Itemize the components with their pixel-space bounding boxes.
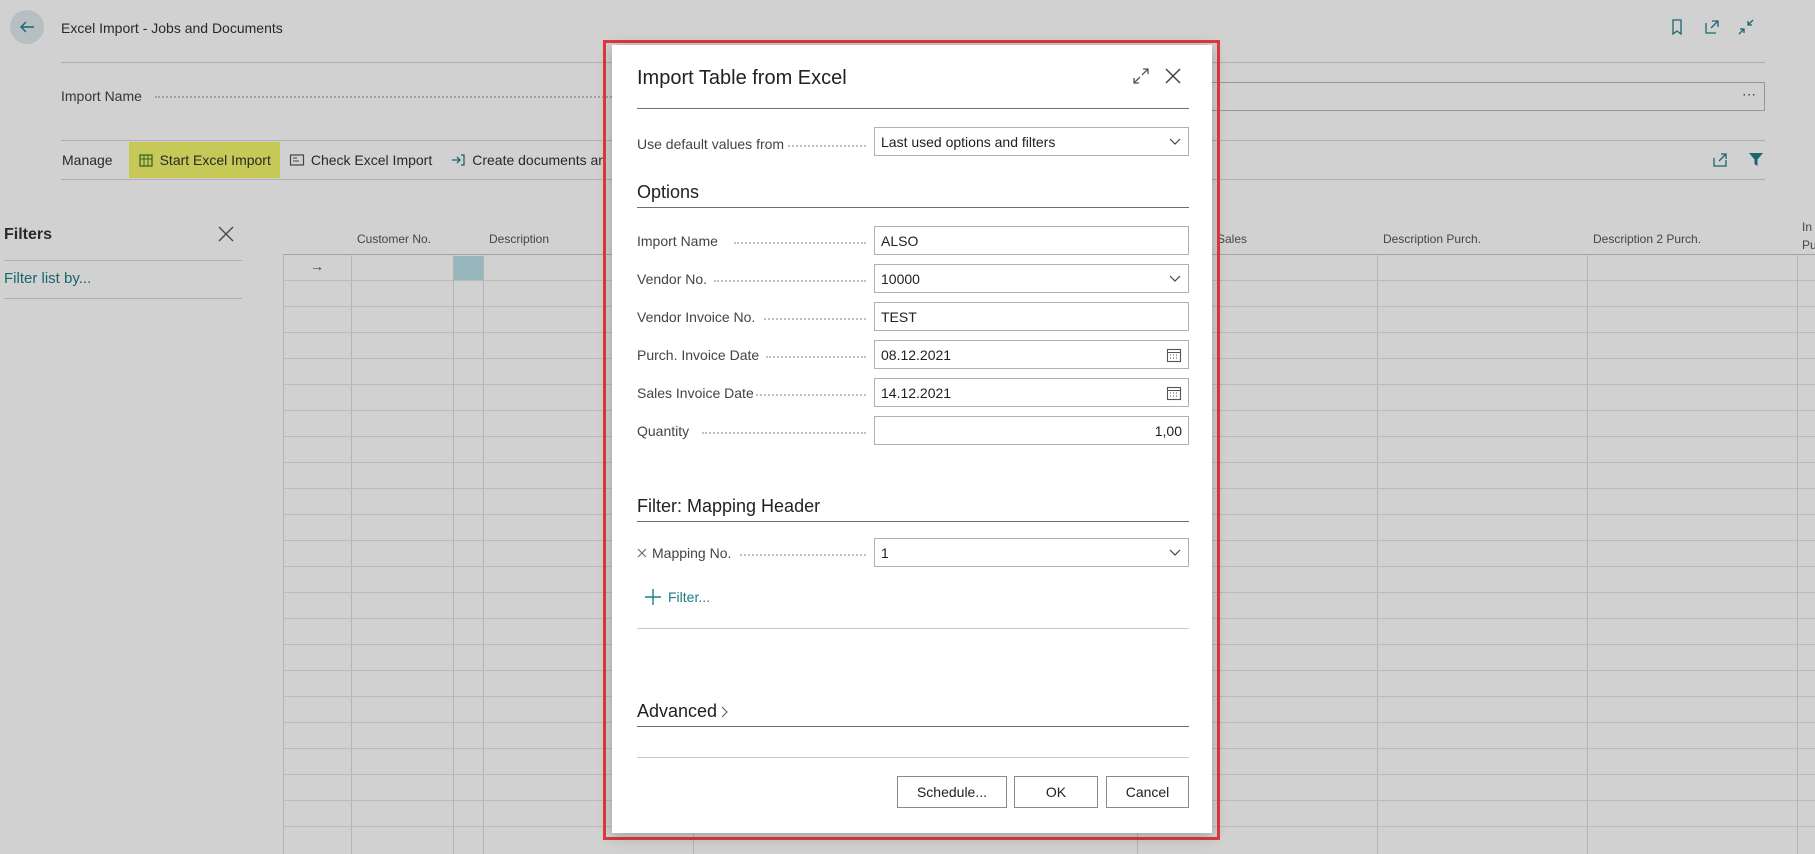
vendor-no-value: 10000: [881, 271, 920, 287]
options-section-title[interactable]: Options: [637, 182, 699, 203]
expand-icon: [1133, 68, 1149, 84]
filter-divider: [637, 521, 1189, 522]
dotted-leader: [756, 394, 866, 396]
title-divider: [637, 108, 1189, 109]
close-icon: [1165, 68, 1181, 84]
purch-invoice-date-value: 08.12.2021: [881, 347, 952, 363]
close-dialog-button[interactable]: [1164, 67, 1182, 90]
expand-dialog-button[interactable]: [1132, 67, 1150, 90]
footer-divider: [637, 757, 1189, 758]
sales-invoice-date-value: 14.12.2021: [881, 385, 952, 401]
mapping-no-value: 1: [881, 545, 889, 561]
chevron-down-icon: [1168, 134, 1182, 151]
dotted-leader: [702, 432, 866, 434]
filter-section-title[interactable]: Filter: Mapping Header: [637, 496, 820, 517]
import-name-value: ALSO: [881, 233, 919, 249]
chevron-right-icon: [721, 706, 728, 717]
vendor-no-select[interactable]: 10000: [874, 264, 1189, 293]
advanced-title: Advanced: [637, 701, 718, 721]
schedule-button[interactable]: Schedule...: [897, 776, 1007, 808]
dotted-leader: [788, 145, 866, 147]
add-filter-label: Filter...: [668, 589, 711, 605]
add-filter-button[interactable]: Filter...: [644, 588, 710, 606]
dotted-leader: [764, 318, 866, 320]
import-dialog: Import Table from Excel Use default valu…: [612, 45, 1212, 833]
options-divider: [637, 207, 1189, 208]
quantity-value: 1,00: [1154, 423, 1182, 439]
plus-icon: [645, 589, 661, 605]
sales-invoice-date-label: Sales Invoice Date: [637, 385, 754, 401]
cancel-button[interactable]: Cancel: [1106, 776, 1189, 808]
quantity-label: Quantity: [637, 423, 690, 439]
vendor-no-label: Vendor No.: [637, 271, 708, 287]
mapping-no-label-text: Mapping No.: [652, 545, 732, 561]
dotted-leader: [740, 554, 866, 556]
dotted-leader: [766, 356, 866, 358]
dotted-leader: [734, 242, 866, 244]
vendor-invoice-no-label: Vendor Invoice No.: [637, 309, 756, 325]
quantity-field[interactable]: 1,00: [874, 416, 1189, 445]
chevron-down-icon: [1168, 271, 1182, 288]
calendar-icon[interactable]: [1166, 385, 1182, 404]
chevron-down-icon: [1168, 545, 1182, 562]
import-name-field[interactable]: ALSO: [874, 226, 1189, 255]
calendar-icon[interactable]: [1166, 347, 1182, 366]
dotted-leader: [714, 280, 866, 282]
vendor-invoice-no-value: TEST: [881, 309, 917, 325]
advanced-divider: [637, 726, 1189, 727]
dialog-title: Import Table from Excel: [637, 67, 847, 89]
purch-invoice-date-label: Purch. Invoice Date: [637, 347, 760, 363]
vendor-invoice-no-field[interactable]: TEST: [874, 302, 1189, 331]
default-values-select[interactable]: Last used options and filters: [874, 127, 1189, 156]
ok-button[interactable]: OK: [1014, 776, 1098, 808]
advanced-section-toggle[interactable]: Advanced: [637, 701, 730, 722]
default-values-value: Last used options and filters: [881, 134, 1056, 150]
mapping-no-select[interactable]: 1: [874, 538, 1189, 567]
filter-end-divider: [637, 628, 1189, 629]
purch-invoice-date-field[interactable]: 08.12.2021: [874, 340, 1189, 369]
import-name-field-label: Import Name: [637, 233, 718, 249]
remove-filter-icon[interactable]: [637, 548, 647, 558]
sales-invoice-date-field[interactable]: 14.12.2021: [874, 378, 1189, 407]
mapping-no-label: Mapping No.: [637, 545, 731, 561]
default-values-label: Use default values from: [637, 136, 785, 152]
